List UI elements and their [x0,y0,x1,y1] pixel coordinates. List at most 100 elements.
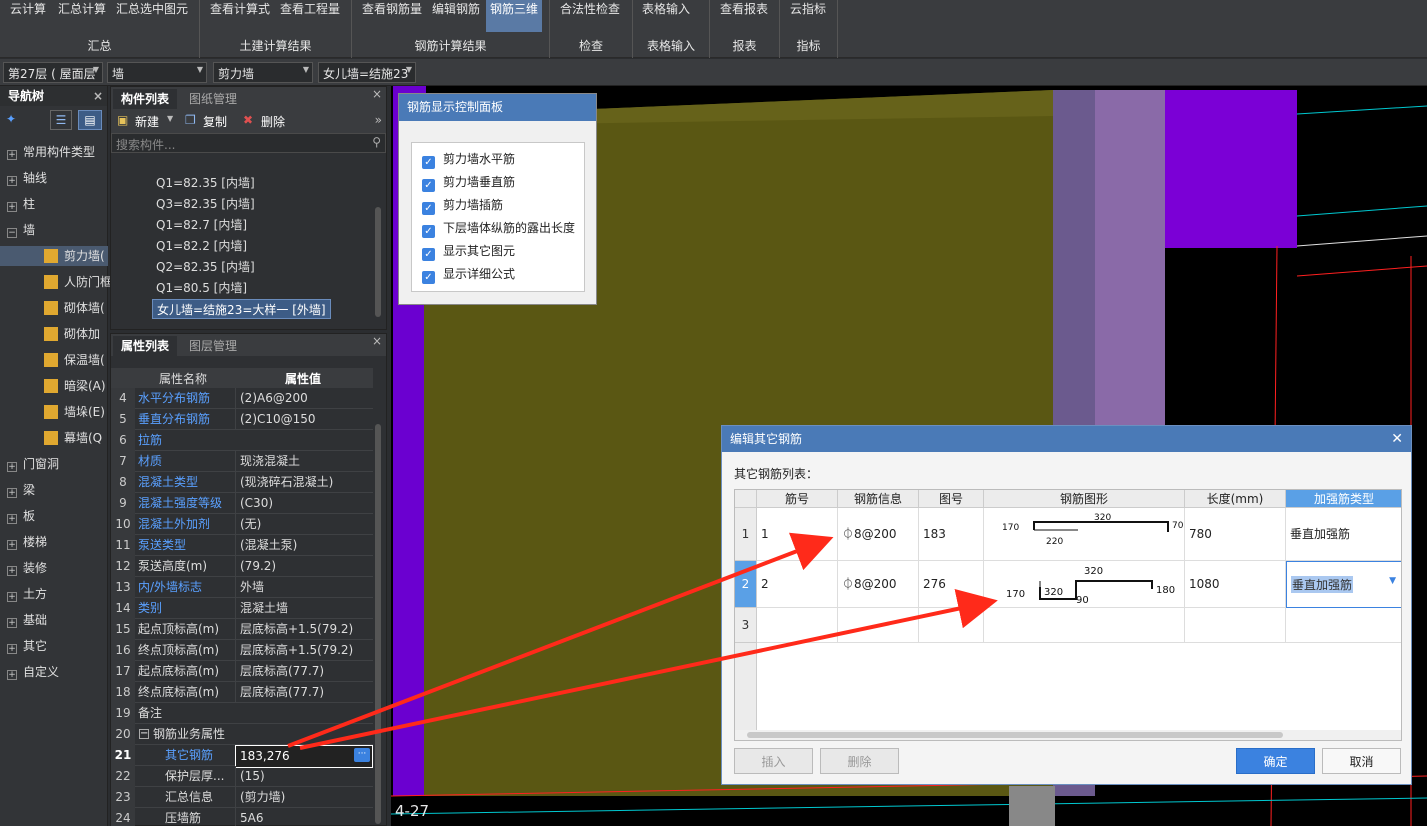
cell-bar-no[interactable]: 1 [757,508,838,561]
sparkle-icon[interactable]: ✦ [6,112,16,126]
cell-rebar-info[interactable] [838,608,919,643]
tab-drawing-manage[interactable]: 图纸管理 [181,89,245,109]
nav-item[interactable]: + 轴线 [0,168,108,188]
expand-icon[interactable]: + [7,670,17,680]
expand-icon[interactable]: + [7,150,17,160]
delete-button[interactable]: 删除 [820,748,899,774]
component-item[interactable]: Q1=82.2 [内墙] [156,236,247,256]
view-formula-button[interactable]: 查看计算式 [210,0,270,32]
nav-item[interactable]: 剪力墙( [0,246,108,266]
property-value[interactable]: (79.2) [235,556,373,577]
view-report-button[interactable]: 查看报表 [720,0,768,32]
expand-icon[interactable]: + [7,202,17,212]
checkmark-icon[interactable]: ✓ [422,248,435,261]
search-icon[interactable]: ⚲ [372,135,381,149]
cell-figure-no[interactable]: 276 [919,561,984,608]
cloud-calc-button[interactable]: 云计算 [10,0,46,32]
property-value[interactable]: 混凝土墙 [235,598,373,619]
property-row[interactable]: 9 混凝土强度等级 (C30) [111,493,373,514]
cloud-index-button[interactable]: 云指标 [790,0,826,32]
property-row[interactable]: 8 混凝土类型 (现浇碎石混凝土) [111,472,373,493]
summary-calc-button[interactable]: 汇总计算 [58,0,106,32]
floor-select[interactable]: 第27层 ( 屋面层 ▼ [3,62,103,83]
component-item[interactable]: Q3=82.35 [内墙] [156,194,255,214]
h-scrollbar[interactable] [735,730,1401,740]
grid-view-icon[interactable]: ▤ [78,110,102,130]
cell-length[interactable] [1185,608,1286,643]
option-checkbox[interactable]: ✓ 剪力墙垂直筋 [422,172,515,192]
component-item[interactable]: Q1=82.35 [内墙] [156,173,255,193]
cell-rebar-shape[interactable]: 170 320 70 220 [984,508,1185,561]
collapse-icon[interactable]: − [139,729,149,739]
nav-item[interactable]: + 梁 [0,480,108,500]
expand-icon[interactable]: + [7,462,17,472]
nav-item[interactable]: + 楼梯 [0,532,108,552]
checkmark-icon[interactable]: ✓ [422,225,435,238]
view-quantity-button[interactable]: 查看工程量 [280,0,340,32]
scroll-thumb[interactable] [747,732,1283,738]
property-value[interactable]: 层底标高+1.5(79.2) [235,619,373,640]
component-item[interactable]: Q1=82.7 [内墙] [156,215,247,235]
view-rebar-button[interactable]: 查看钢筋量 [362,0,422,32]
checkmark-icon[interactable]: ✓ [422,202,435,215]
property-row[interactable]: 24 压墙筋 5A6 [111,808,373,826]
expand-icon[interactable]: + [7,618,17,628]
property-value[interactable]: 5A6 [235,808,373,826]
nav-item[interactable]: + 自定义 [0,662,108,682]
expand-icon[interactable]: + [7,540,17,550]
cell-reinforce-type[interactable] [1286,608,1401,643]
legality-check-button[interactable]: 合法性检查 [560,0,620,32]
cell-figure-no[interactable]: 183 [919,508,984,561]
table-input-button[interactable]: 表格输入 [642,0,690,32]
expand-icon[interactable]: + [7,176,17,186]
property-value[interactable]: (15) [235,766,373,787]
property-value[interactable]: 层底标高+1.5(79.2) [235,640,373,661]
property-row[interactable]: 7 材质 现浇混凝土 [111,451,373,472]
expand-icon[interactable]: + [7,566,17,576]
option-checkbox[interactable]: ✓ 剪力墙插筋 [422,195,503,215]
property-row[interactable]: 20 钢筋业务属性 − [111,724,373,745]
property-value[interactable]: 现浇混凝土 [235,451,373,472]
copy-button[interactable]: 复制 [203,113,227,130]
reinforce-type-select[interactable]: 垂直加强筋 ▼ [1286,561,1401,608]
cell-bar-no[interactable] [757,608,838,643]
property-value[interactable]: (2)C10@150 [235,409,373,430]
close-icon[interactable]: ✕ [1391,426,1403,452]
cell-bar-no[interactable]: 2 [757,561,838,608]
tab-component-list[interactable]: 构件列表 [113,89,178,109]
cell-rebar-shape[interactable]: 320 170 320 90 180 [984,561,1185,608]
property-row[interactable]: 18 终点底标高(m) 层底标高(77.7) [111,682,373,703]
ellipsis-button[interactable]: ··· [354,748,370,762]
property-value[interactable]: (C30) [235,493,373,514]
nav-item[interactable]: 砌体墙( [0,298,108,318]
property-value[interactable]: (现浇碎石混凝土) [235,472,373,493]
option-checkbox[interactable]: ✓ 显示其它图元 [422,241,515,261]
cell-length[interactable]: 1080 [1185,561,1286,608]
chevron-down-icon[interactable]: ▼ [1389,576,1396,586]
property-value[interactable]: 外墙 [235,577,373,598]
cell-rebar-info[interactable]: ⏀8@200 [838,561,919,608]
property-value[interactable]: (2)A6@200 [235,388,373,409]
nav-item[interactable]: + 土方 [0,584,108,604]
delete-button[interactable]: 删除 [261,113,285,130]
expand-icon[interactable]: + [7,514,17,524]
nav-item[interactable]: + 门窗洞 [0,454,108,474]
property-row[interactable]: 13 内/外墙标志 外墙 [111,577,373,598]
nav-item[interactable]: + 装修 [0,558,108,578]
cell-reinforce-type[interactable]: 垂直加强筋 [1286,508,1401,561]
summary-selected-button[interactable]: 汇总选中图元 [116,0,188,32]
rebar-3d-button[interactable]: 钢筋三维 [486,0,542,32]
property-row[interactable]: 19 备注 [111,703,373,724]
property-value[interactable]: (无) [235,514,373,535]
property-row[interactable]: 6 拉筋 [111,430,373,451]
cell-figure-no[interactable] [919,608,984,643]
property-value[interactable]: 层底标高(77.7) [235,682,373,703]
cancel-button[interactable]: 取消 [1322,748,1401,774]
property-row[interactable]: 11 泵送类型 (混凝土泵) [111,535,373,556]
component-item[interactable]: Q2=82.35 [内墙] [156,257,255,277]
checkmark-icon[interactable]: ✓ [422,179,435,192]
property-value[interactable]: (混凝土泵) [235,535,373,556]
property-row[interactable]: 17 起点底标高(m) 层底标高(77.7) [111,661,373,682]
scrollbar[interactable] [375,207,381,317]
component-select[interactable]: 女儿墙=结施23 ▼ [318,62,416,83]
